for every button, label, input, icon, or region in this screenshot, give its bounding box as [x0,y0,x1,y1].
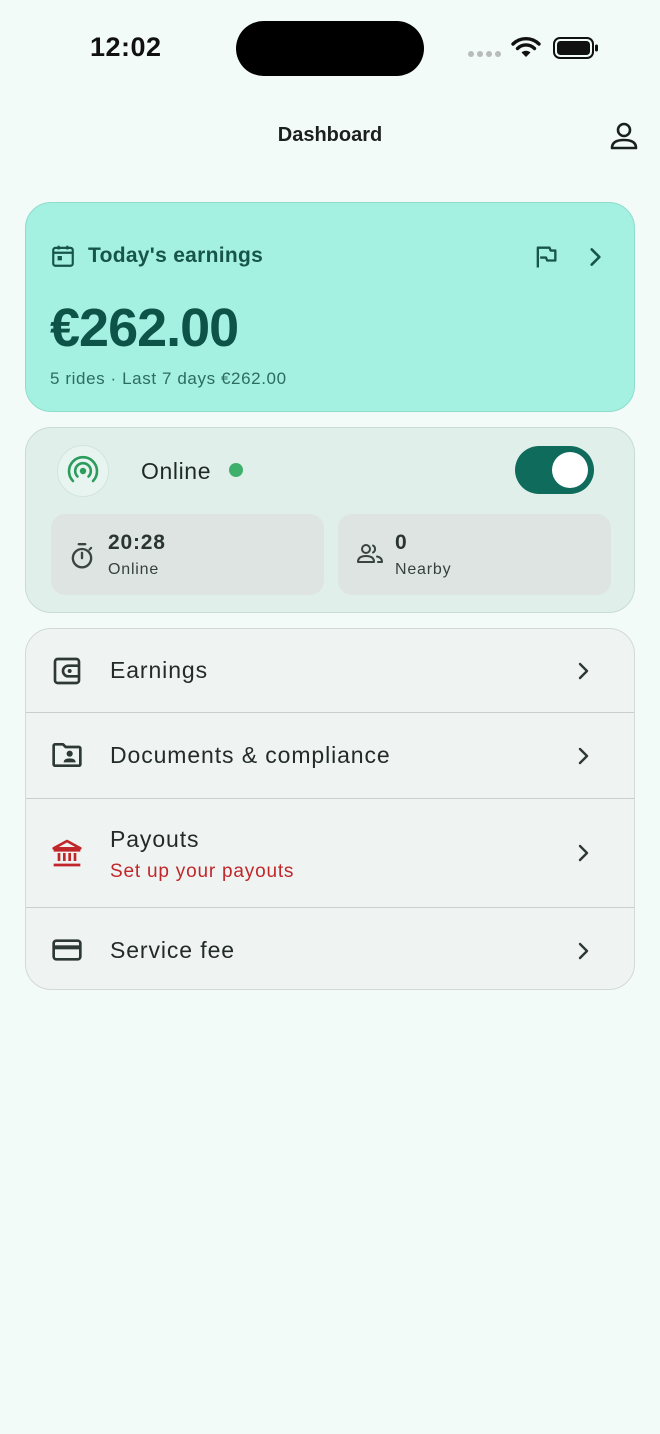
earnings-summary: 5 rides · Last 7 days €262.00 [50,369,287,388]
people-icon [357,544,383,563]
credit-card-icon [52,939,82,961]
wifi-icon [511,37,541,57]
menu-list: Earnings Documents & compliance Payouts … [25,628,635,990]
status-time: 12:02 [90,32,162,62]
earnings-amount: €262.00 [50,298,239,358]
stat-label: Online [108,561,160,578]
stat-tile-nearby: 0 Nearby [338,514,611,595]
menu-item-earnings[interactable]: Earnings [26,629,634,713]
wallet-icon [53,657,81,685]
broadcast-icon [67,455,99,483]
chevron-right-icon [578,942,589,960]
cellular-signal-icon [468,51,501,57]
menu-label: Documents & compliance [110,742,391,768]
profile-icon[interactable] [608,120,640,152]
menu-label: Earnings [110,657,208,683]
menu-item-documents[interactable]: Documents & compliance [26,713,634,799]
menu-item-payouts[interactable]: Payouts Set up your payouts [26,799,634,908]
stat-tile-online-time: 20:28 Online [51,514,324,595]
battery-icon [553,37,598,59]
chevron-right-icon [578,747,589,765]
folder-account-icon [52,743,82,767]
chevron-right-icon[interactable] [582,243,608,271]
online-status-label: Online [141,458,212,484]
menu-label: Payouts [110,826,200,852]
earnings-title: Today's earnings [88,244,264,267]
page-title: Dashboard [277,124,383,146]
chevron-right-icon [578,662,589,680]
stat-value: 20:28 [108,531,166,554]
bank-icon [52,839,82,867]
radar-badge [57,445,109,497]
menu-label: Service fee [110,937,235,963]
calendar-icon [52,245,74,267]
online-status-card: Online 20:28 Online 0 Nearby [25,427,635,613]
flag-icon[interactable] [532,243,560,271]
online-toggle[interactable] [515,446,594,494]
menu-item-service-fee[interactable]: Service fee [26,908,634,989]
chevron-right-icon [578,844,589,862]
toggle-knob[interactable] [552,452,588,488]
todays-earnings-card[interactable]: Today's earnings €262.00 5 rides · Last … [25,202,635,412]
timer-icon [71,542,93,569]
dynamic-island [236,21,424,76]
status-bar: 12:02 [0,0,660,96]
online-status-dot [229,463,243,477]
app-header: Dashboard [0,110,660,162]
payouts-warning: Set up your payouts [110,861,295,882]
stat-value: 0 [395,531,408,554]
stat-label: Nearby [395,561,452,578]
